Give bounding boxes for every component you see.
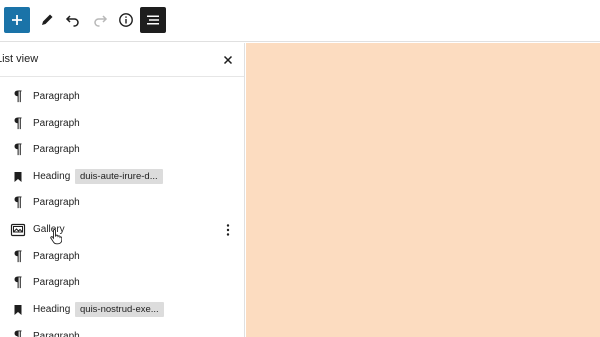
more-vertical-icon xyxy=(226,224,230,236)
panel-title: List view xyxy=(0,53,39,65)
list-item-paragraph[interactable]: ¶ Paragraph xyxy=(0,244,244,270)
redo-icon xyxy=(94,15,108,27)
list-item-label: Paragraph xyxy=(33,277,80,288)
info-icon xyxy=(119,13,133,27)
anchor-badge: duis-aute-irure-d... xyxy=(75,169,163,184)
list-item-paragraph[interactable]: ¶ Paragraph xyxy=(0,137,244,163)
list-item-paragraph[interactable]: ¶ Paragraph xyxy=(0,84,244,110)
pilcrow-icon: ¶ xyxy=(13,195,23,211)
list-view-header: List view xyxy=(0,43,244,77)
close-list-view-button[interactable] xyxy=(221,53,235,67)
add-block-button[interactable] xyxy=(4,7,30,33)
list-item-label: Paragraph xyxy=(33,331,80,337)
list-item-label: Heading xyxy=(33,171,71,182)
hand-cursor-icon xyxy=(50,229,63,245)
list-item-paragraph[interactable]: ¶ Paragraph xyxy=(0,324,244,337)
list-item-paragraph[interactable]: ¶ Paragraph xyxy=(0,190,244,216)
pilcrow-icon: ¶ xyxy=(13,249,23,265)
list-item-paragraph[interactable]: ¶ Paragraph xyxy=(0,270,244,296)
list-item-gallery[interactable]: Gallery xyxy=(0,217,244,243)
list-item-label: Heading xyxy=(33,304,71,315)
bookmark-icon xyxy=(10,169,26,185)
details-button[interactable] xyxy=(113,7,139,33)
editor-canvas[interactable] xyxy=(246,43,600,337)
list-item-label: Paragraph xyxy=(33,91,80,102)
list-item-heading[interactable]: Heading duis-aute-irure-d... xyxy=(0,164,244,190)
block-options-button[interactable] xyxy=(223,222,233,238)
gallery-icon xyxy=(10,222,26,238)
close-icon xyxy=(223,55,233,65)
bookmark-icon xyxy=(10,302,26,318)
redo-button[interactable] xyxy=(87,7,113,33)
list-item-label: Paragraph xyxy=(33,251,80,262)
pilcrow-icon: ¶ xyxy=(13,275,23,291)
editor-toolbar xyxy=(0,0,600,42)
pilcrow-icon: ¶ xyxy=(13,142,23,158)
plus-icon xyxy=(12,15,22,25)
list-item-label: Paragraph xyxy=(33,197,80,208)
undo-icon xyxy=(65,15,79,27)
list-item-label: Paragraph xyxy=(33,118,80,129)
list-view-panel: List view ¶ Paragraph ¶ Paragraph ¶ Para… xyxy=(0,43,245,337)
list-view-button[interactable] xyxy=(140,7,166,33)
pilcrow-icon: ¶ xyxy=(13,329,23,337)
undo-button[interactable] xyxy=(60,7,86,33)
list-item-paragraph[interactable]: ¶ Paragraph xyxy=(0,111,244,137)
pilcrow-icon: ¶ xyxy=(13,89,23,105)
list-item-heading[interactable]: Heading quis-nostrud-exe... xyxy=(0,297,244,323)
list-view-icon xyxy=(147,15,159,25)
anchor-badge: quis-nostrud-exe... xyxy=(75,302,164,317)
pencil-icon xyxy=(42,14,53,25)
tools-button[interactable] xyxy=(34,7,60,33)
pilcrow-icon: ¶ xyxy=(13,116,23,132)
list-item-label: Paragraph xyxy=(33,144,80,155)
